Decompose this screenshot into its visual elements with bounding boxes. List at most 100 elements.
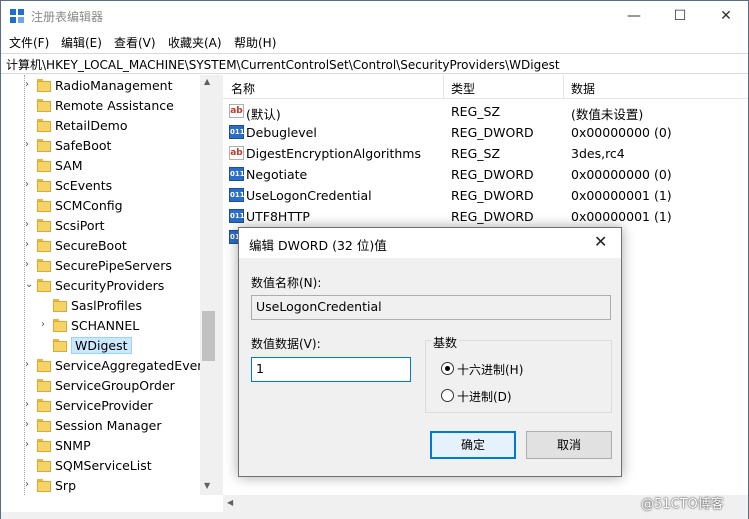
list-item[interactable]: ab (默认) REG_SZ (数值未设置) xyxy=(223,101,748,122)
tree-item[interactable]: › SecurePipeServers xyxy=(1,256,201,276)
col-name-header[interactable]: 名称 xyxy=(231,80,255,97)
radio-dec-label[interactable]: 十进制(D) xyxy=(457,388,512,405)
tree-item[interactable]: › RadioManagement xyxy=(1,76,201,96)
tree-scrollbar[interactable]: ▲ ▼ xyxy=(200,75,217,495)
list-item[interactable]: ab DigestEncryptionAlgorithms REG_SZ 3des,r… xyxy=(223,143,748,164)
tree-item-label[interactable]: SecurePipeServers xyxy=(55,258,172,273)
minimize-icon[interactable]: — xyxy=(611,1,657,31)
chevron-icon[interactable]: › xyxy=(25,79,35,91)
chevron-icon[interactable] xyxy=(41,299,51,311)
chevron-icon[interactable]: › xyxy=(25,419,35,431)
radio-hex-button[interactable] xyxy=(441,362,454,375)
tree-item-label[interactable]: WDigest xyxy=(71,337,132,354)
tree-item-label[interactable]: SCHANNEL xyxy=(71,318,139,333)
tree-item[interactable]: › Srp xyxy=(1,476,201,495)
scroll-down-icon[interactable]: ▼ xyxy=(204,481,210,490)
tree-item[interactable]: ⌄ SecurityProviders xyxy=(1,276,201,296)
chevron-icon[interactable]: › xyxy=(41,319,51,331)
col-divider[interactable] xyxy=(443,75,444,99)
menu-file[interactable]: 文件(F) xyxy=(9,34,49,51)
tree-item[interactable]: › SNMP xyxy=(1,436,201,456)
tree-item-label[interactable]: SQMServiceList xyxy=(55,458,152,473)
tree-item-label[interactable]: SAM xyxy=(55,158,83,173)
address-path[interactable]: 计算机\HKEY_LOCAL_MACHINE\SYSTEM\CurrentCon… xyxy=(6,56,560,73)
radio-hex-label[interactable]: 十六进制(H) xyxy=(457,361,523,378)
tree-item-label[interactable]: ServiceGroupOrder xyxy=(55,378,175,393)
tree-item-label[interactable]: ServiceAggregatedEvent xyxy=(55,358,210,373)
folder-icon xyxy=(37,419,51,433)
dialog-title-bar[interactable]: 编辑 DWORD (32 位)值 ✕ xyxy=(239,228,621,258)
tree-item-label[interactable]: RetailDemo xyxy=(55,118,127,133)
chevron-icon[interactable]: › xyxy=(25,399,35,411)
tree-item[interactable]: Remote Assistance xyxy=(1,96,201,116)
tree-item[interactable]: › ScEvents xyxy=(1,176,201,196)
menu-edit[interactable]: 编辑(E) xyxy=(61,34,102,51)
chevron-icon[interactable]: › xyxy=(25,259,35,271)
chevron-icon[interactable] xyxy=(25,99,35,111)
tree-item[interactable]: SaslProfiles xyxy=(1,296,201,316)
tree-item[interactable]: WDigest xyxy=(1,336,201,356)
list-item[interactable]: 011 UseLogonCredential REG_DWORD 0x00000001… xyxy=(223,185,748,206)
tree-item[interactable]: › SecureBoot xyxy=(1,236,201,256)
list-item[interactable]: 011 Debuglevel REG_DWORD 0x00000000 (0) xyxy=(223,122,748,143)
tree-item-label[interactable]: SecureBoot xyxy=(55,238,127,253)
chevron-icon[interactable]: ⌄ xyxy=(25,279,35,291)
chevron-icon[interactable] xyxy=(25,199,35,211)
tree-item-label[interactable]: SNMP xyxy=(55,438,91,453)
value-data-input[interactable]: 1 xyxy=(251,357,411,382)
menu-favorites[interactable]: 收藏夹(A) xyxy=(168,34,222,51)
chevron-icon[interactable] xyxy=(41,339,51,351)
tree-item-label[interactable]: RadioManagement xyxy=(55,78,172,93)
tree-item-label[interactable]: SCMConfig xyxy=(55,198,123,213)
scroll-thumb[interactable] xyxy=(202,311,215,361)
tree-item[interactable]: › SCHANNEL xyxy=(1,316,201,336)
col-type-header[interactable]: 类型 xyxy=(451,80,475,97)
maximize-icon[interactable]: ☐ xyxy=(657,1,703,31)
col-data-header[interactable]: 数据 xyxy=(571,80,595,97)
tree-item[interactable]: › Session Manager xyxy=(1,416,201,436)
dialog-close-icon[interactable]: ✕ xyxy=(594,232,607,251)
close-icon[interactable]: ✕ xyxy=(703,1,749,31)
list-item[interactable]: 011 Negotiate REG_DWORD 0x00000000 (0) xyxy=(223,164,748,185)
chevron-icon[interactable]: › xyxy=(25,219,35,231)
tree-item-label[interactable]: SafeBoot xyxy=(55,138,111,153)
chevron-icon[interactable] xyxy=(25,459,35,471)
radio-dec-button[interactable] xyxy=(441,389,454,402)
tree-item[interactable]: SCMConfig xyxy=(1,196,201,216)
tree-item[interactable]: › ServiceProvider xyxy=(1,396,201,416)
chevron-icon[interactable]: › xyxy=(25,139,35,151)
tree-item[interactable]: SQMServiceList xyxy=(1,456,201,476)
tree-item[interactable]: › ScsiPort xyxy=(1,216,201,236)
tree-item-label[interactable]: Srp xyxy=(55,478,76,493)
chevron-icon[interactable]: › xyxy=(25,439,35,451)
col-divider[interactable] xyxy=(563,75,564,99)
cancel-button[interactable]: 取消 xyxy=(526,431,612,459)
tree-item[interactable]: RetailDemo xyxy=(1,116,201,136)
list-item[interactable]: 011 UTF8HTTP REG_DWORD 0x00000001 (1) xyxy=(223,206,748,227)
title-bar[interactable]: 注册表编辑器 — ☐ ✕ xyxy=(1,1,748,31)
chevron-icon[interactable]: › xyxy=(25,359,35,371)
tree-item-label[interactable]: SecurityProviders xyxy=(55,278,164,293)
tree-item[interactable]: SAM xyxy=(1,156,201,176)
chevron-icon[interactable]: › xyxy=(25,179,35,191)
scroll-up-icon[interactable]: ▲ xyxy=(204,77,210,86)
scroll-left-icon[interactable]: ◀ xyxy=(227,498,233,507)
tree-item[interactable]: › ServiceAggregatedEvent xyxy=(1,356,210,376)
chevron-icon[interactable] xyxy=(25,159,35,171)
tree-item-label[interactable]: Session Manager xyxy=(55,418,161,433)
menu-help[interactable]: 帮助(H) xyxy=(234,34,276,51)
tree-item-label[interactable]: ServiceProvider xyxy=(55,398,153,413)
ok-button[interactable]: 确定 xyxy=(430,431,516,459)
tree-item-label[interactable]: ScEvents xyxy=(55,178,112,193)
tree-item[interactable]: › SafeBoot xyxy=(1,136,201,156)
chevron-icon[interactable] xyxy=(25,119,35,131)
tree-item[interactable]: ServiceGroupOrder xyxy=(1,376,201,396)
tree-item-label[interactable]: SaslProfiles xyxy=(71,298,142,313)
tree-item-label[interactable]: Remote Assistance xyxy=(55,98,174,113)
menu-view[interactable]: 查看(V) xyxy=(114,34,156,51)
tree-item-label[interactable]: ScsiPort xyxy=(55,218,105,233)
chevron-icon[interactable]: › xyxy=(25,239,35,251)
chevron-icon[interactable]: › xyxy=(25,479,35,491)
chevron-icon[interactable] xyxy=(25,379,35,391)
address-bar[interactable]: 计算机\HKEY_LOCAL_MACHINE\SYSTEM\CurrentCon… xyxy=(1,53,748,74)
